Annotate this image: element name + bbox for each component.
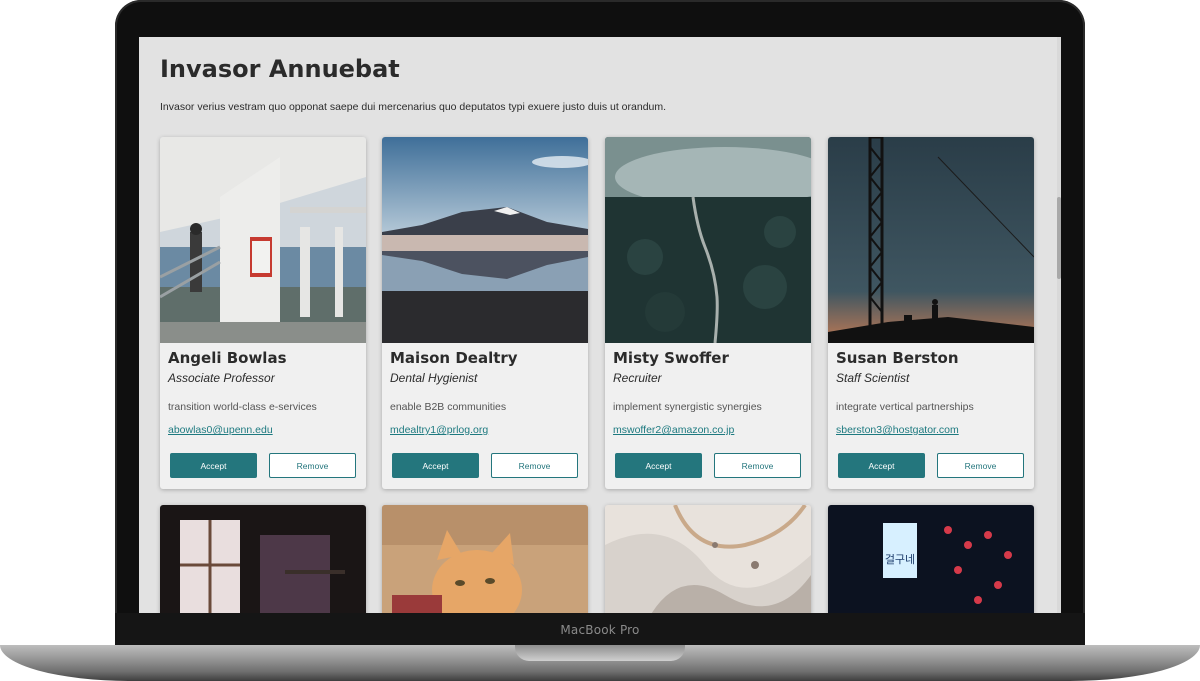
card-tagline: integrate vertical partnerships bbox=[836, 401, 974, 413]
card-job-title: Dental Hygienist bbox=[390, 371, 478, 385]
scrollbar-thumb[interactable] bbox=[1057, 197, 1061, 279]
remove-button[interactable]: Remove bbox=[491, 453, 578, 478]
card-photo-marble bbox=[605, 505, 811, 613]
remove-button[interactable]: Remove bbox=[937, 453, 1024, 478]
card-photo-ferry bbox=[160, 137, 366, 343]
card-tagline: enable B2B communities bbox=[390, 401, 507, 413]
card-email-link[interactable]: mdealtry1@prlog.org bbox=[390, 424, 488, 436]
card-email-link[interactable]: mswoffer2@amazon.co.jp bbox=[613, 424, 734, 436]
card-tagline: transition world-class e-services bbox=[168, 401, 317, 413]
device-brand-label: MacBook Pro bbox=[560, 623, 640, 637]
profile-card: Susan Berston Staff Scientist integrate … bbox=[828, 137, 1034, 489]
accept-button[interactable]: Accept bbox=[838, 453, 925, 478]
card-name: Susan Berston bbox=[836, 349, 959, 367]
profile-card: Misty Swoffer Recruiter implement synerg… bbox=[605, 137, 811, 489]
card-tagline: implement synergistic synergies bbox=[613, 401, 762, 413]
accept-button[interactable]: Accept bbox=[615, 453, 702, 478]
profile-card bbox=[382, 505, 588, 613]
card-job-title: Associate Professor bbox=[168, 371, 275, 385]
card-name: Angeli Bowlas bbox=[168, 349, 287, 367]
page-title: Invasor Annuebat bbox=[160, 55, 400, 83]
card-photo-neon-street: 걸구네 bbox=[828, 505, 1034, 613]
remove-button[interactable]: Remove bbox=[269, 453, 356, 478]
card-email-link[interactable]: abowlas0@upenn.edu bbox=[168, 424, 273, 436]
profile-card bbox=[605, 505, 811, 613]
card-name: Misty Swoffer bbox=[613, 349, 729, 367]
card-job-title: Recruiter bbox=[613, 371, 662, 385]
profile-card bbox=[160, 505, 366, 613]
card-photo-mountain bbox=[382, 137, 588, 343]
card-photo-window-room bbox=[160, 505, 366, 613]
profile-card: Angeli Bowlas Associate Professor transi… bbox=[160, 137, 366, 489]
card-name: Maison Dealtry bbox=[390, 349, 518, 367]
card-photo-tower bbox=[828, 137, 1034, 343]
laptop-notch bbox=[515, 645, 685, 661]
browser-viewport: Invasor Annuebat Invasor verius vestram … bbox=[139, 37, 1061, 613]
accept-button[interactable]: Accept bbox=[170, 453, 257, 478]
scrollbar[interactable] bbox=[1057, 37, 1061, 613]
profile-card: 걸구네 bbox=[828, 505, 1034, 613]
card-job-title: Staff Scientist bbox=[836, 371, 910, 385]
card-email-link[interactable]: sberston3@hostgator.com bbox=[836, 424, 959, 436]
profile-card: Maison Dealtry Dental Hygienist enable B… bbox=[382, 137, 588, 489]
accept-button[interactable]: Accept bbox=[392, 453, 479, 478]
page-description: Invasor verius vestram quo opponat saepe… bbox=[160, 101, 667, 113]
neon-sign-text: 걸구네 bbox=[885, 553, 915, 566]
card-photo-forest bbox=[605, 137, 811, 343]
card-photo-cat bbox=[382, 505, 588, 613]
remove-button[interactable]: Remove bbox=[714, 453, 801, 478]
